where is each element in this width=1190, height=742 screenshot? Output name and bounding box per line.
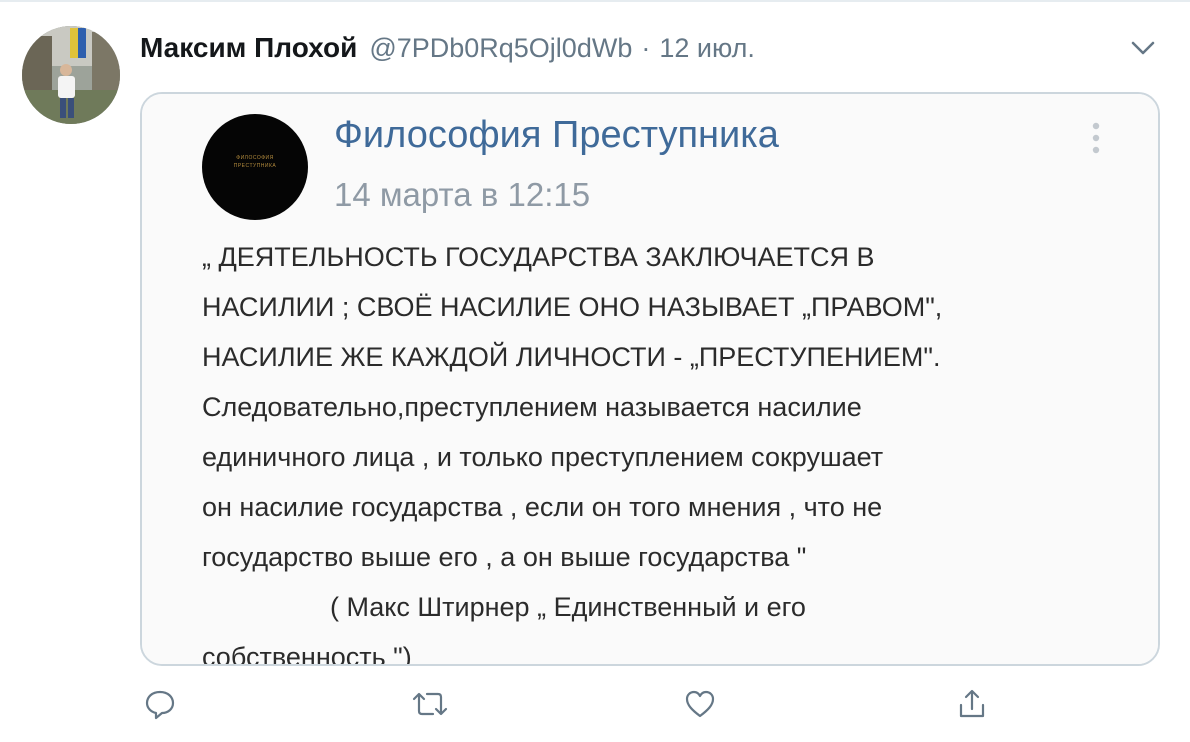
group-avatar: ФИЛОСОФИЯ ПРЕСТУПНИКА [202,114,308,220]
post-text-line: государство выше его , а он выше государ… [202,542,807,572]
embedded-image-card[interactable]: ФИЛОСОФИЯ ПРЕСТУПНИКА Философия Преступн… [140,92,1160,666]
author-avatar[interactable] [22,26,120,124]
chevron-down-icon[interactable] [1128,36,1158,60]
post-text: „ ДЕЯТЕЛЬНОСТЬ ГОСУДАРСТВА ЗАКЛЮЧАЕТСЯ В… [202,232,1122,666]
post-text-line: ( Макс Штирнер „ Единственный и его [330,592,806,622]
retweet-button[interactable] [410,684,450,724]
author-name[interactable]: Максим Плохой [140,32,357,64]
user-photo-avatar-icon [22,26,120,124]
author-handle[interactable]: @7PDb0Rq5Ojl0dWb [369,33,632,64]
vk-post-screenshot: ФИЛОСОФИЯ ПРЕСТУПНИКА Философия Преступн… [142,94,1158,664]
tweet-action-bar [140,684,1156,728]
post-text-line: НАСИЛИИ ; СВОЁ НАСИЛИЕ ОНО НАЗЫВАЕТ „ПРА… [202,292,943,322]
share-button[interactable] [952,684,992,724]
heart-icon [685,690,715,718]
post-text-line: единичного лица , и только преступлением… [202,442,884,472]
more-vertical-icon [1090,120,1102,156]
share-icon [959,689,985,718]
tweet-timestamp[interactable]: 12 июл. [659,33,755,64]
reply-icon [145,690,175,720]
post-text-line: он насилие государства , если он того мн… [202,492,883,522]
post-text-line: НАСИЛИЕ ЖЕ КАЖДОЙ ЛИЧНОСТИ - „ПРЕСТУПЕНИ… [202,342,941,372]
post-text-line: собственность ") [202,642,412,666]
post-text-line: „ ДЕЯТЕЛЬНОСТЬ ГОСУДАРСТВА ЗАКЛЮЧАЕТСЯ В [202,242,875,272]
retweet-icon [412,692,448,716]
tweet-page: Максим Плохой @7PDb0Rq5Ojl0dWb · 12 июл.… [0,0,1190,742]
post-text-line: Следовательно,преступлением называется н… [202,392,862,422]
tweet-header: Максим Плохой @7PDb0Rq5Ojl0dWb · 12 июл. [140,28,755,68]
meta-separator: · [641,32,651,63]
top-divider [0,0,1190,2]
reply-button[interactable] [140,684,180,724]
group-name: Философия Преступника [334,114,779,156]
like-button[interactable] [680,684,720,724]
group-avatar-logo-text: ФИЛОСОФИЯ ПРЕСТУПНИКА [233,155,277,169]
post-date: 14 марта в 12:15 [334,176,591,213]
